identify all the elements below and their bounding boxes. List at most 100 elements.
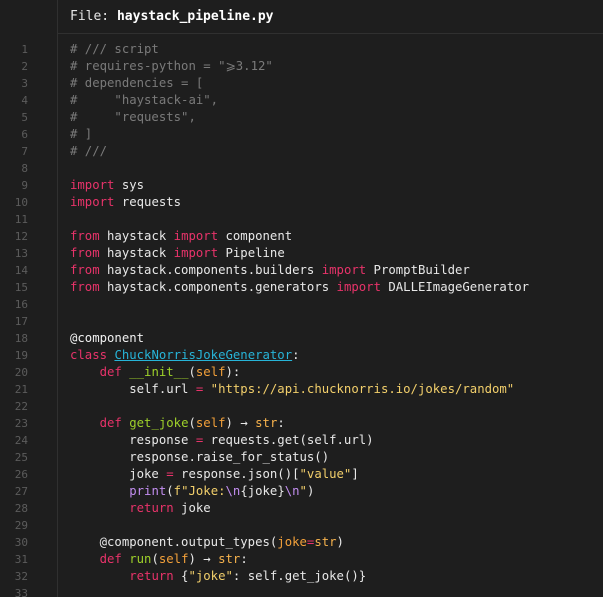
line-number: 5 <box>21 111 28 124</box>
code-line: 6 # ] <box>0 126 603 143</box>
code-token: # dependencies = [ <box>70 76 204 90</box>
code-token: requests.get(self.url) <box>203 433 374 447</box>
code-token: joke <box>173 501 211 515</box>
code-token: : <box>277 416 285 430</box>
line-code: joke = response.json()["value"] <box>70 466 359 483</box>
code-line: 17 <box>0 313 603 330</box>
code-token: get_joke <box>129 416 189 430</box>
line-code: from haystack import component <box>70 228 292 245</box>
code-token: def <box>99 552 122 566</box>
code-line: 14 from haystack.components.builders impo… <box>0 262 603 279</box>
code-token: Pipeline <box>218 246 285 260</box>
code-token: def <box>99 416 122 430</box>
code-token: requests <box>114 195 182 209</box>
line-code: self.url = "https://api.chucknorris.io/j… <box>70 381 514 398</box>
code-token: ( <box>188 416 196 430</box>
line-code: @component <box>70 330 144 347</box>
code-line: 4 # "haystack-ai", <box>0 92 603 109</box>
line-number: 6 <box>21 128 28 141</box>
line-number: 29 <box>14 519 28 532</box>
file-header: File: haystack_pipeline.py <box>58 0 603 34</box>
code-token: run <box>129 552 152 566</box>
line-code: from haystack.components.generators impo… <box>70 279 529 296</box>
code-token: # requires-python = "⩾3.12" <box>70 59 273 73</box>
code-line: 25 response.raise_for_status() <box>0 449 603 466</box>
code-token: ChuckNorrisJokeGenerator <box>114 348 293 362</box>
code-token: from <box>70 280 100 294</box>
code-line: 15 from haystack.components.generators im… <box>0 279 603 296</box>
code-token: import <box>336 280 381 294</box>
line-number: 14 <box>14 264 28 277</box>
line-code: # dependencies = [ <box>70 75 203 92</box>
code-line: 30 @component.output_types(joke=str) <box>0 534 603 551</box>
line-number: 24 <box>14 434 28 447</box>
code-token: __init__ <box>129 365 189 379</box>
line-number: 26 <box>14 468 28 481</box>
code-token: # /// <box>70 144 108 158</box>
code-line: 20 def __init__(self): <box>0 364 603 381</box>
code-token: import <box>321 263 367 277</box>
line-number: 18 <box>14 332 28 345</box>
code-line: 26 joke = response.json()["value"] <box>0 466 603 483</box>
code-token: from <box>70 229 100 243</box>
code-token: # /// script <box>70 42 159 56</box>
code-token: str <box>218 552 241 566</box>
code-token: self <box>195 365 226 379</box>
line-number: 13 <box>14 247 28 260</box>
line-code: # "requests", <box>70 109 196 126</box>
line-number: 33 <box>14 587 28 597</box>
code-token: # "requests", <box>70 110 196 124</box>
code-line: 7 # /// <box>0 143 603 160</box>
code-token: ) → <box>188 552 219 566</box>
code-line: 21 self.url = "https://api.chucknorris.i… <box>0 381 603 398</box>
line-number: 25 <box>14 451 28 464</box>
code-token: @component <box>70 331 145 345</box>
code-token: @component.output_types( <box>70 535 278 549</box>
code-token: ( <box>188 365 196 379</box>
code-token: ) → <box>225 416 256 430</box>
code-token: ( <box>151 552 159 566</box>
code-line: 18 @component <box>0 330 603 347</box>
code-token: "joke" <box>188 569 233 583</box>
line-code: from haystack.components.builders import… <box>70 262 470 279</box>
code-line: 1 # /// script <box>0 41 603 58</box>
code-line: 33 <box>0 585 603 597</box>
code-token: \n <box>225 484 241 498</box>
code-token: import <box>70 195 115 209</box>
line-number: 8 <box>21 162 28 175</box>
line-code: # /// script <box>70 41 159 58</box>
code-line: 13 from haystack import Pipeline <box>0 245 603 262</box>
code-token: haystack <box>99 229 174 243</box>
code-token: joke <box>277 535 307 549</box>
line-number: 32 <box>14 570 28 583</box>
line-number: 7 <box>21 145 28 158</box>
line-code: return joke <box>70 500 211 517</box>
code-line: 3 # dependencies = [ <box>0 75 603 92</box>
code-token: import <box>173 246 219 260</box>
line-code: response.raise_for_status() <box>70 449 329 466</box>
code-lines[interactable]: 1 # /// script 2 # requires-python = "⩾3.12… <box>0 41 603 597</box>
code-token: : self.get_joke()} <box>232 569 367 583</box>
code-token: self <box>195 416 226 430</box>
line-number: 9 <box>21 179 28 192</box>
code-token: import <box>70 178 115 192</box>
code-token: print <box>129 484 167 498</box>
code-token: haystack <box>99 246 174 260</box>
code-token: import <box>173 229 219 243</box>
code-line: 5 # "requests", <box>0 109 603 126</box>
line-code: print(f"Joke:\n{joke}\n") <box>70 483 314 500</box>
code-line: 10 import requests <box>0 194 603 211</box>
code-token: : <box>240 552 248 566</box>
code-token: response.raise_for_status() <box>70 450 330 464</box>
code-token: \n <box>284 484 300 498</box>
file-header-label: File: haystack_pipeline.py <box>70 8 274 26</box>
line-number: 15 <box>14 281 28 294</box>
code-token: ) <box>336 535 344 549</box>
line-number: 1 <box>21 43 28 56</box>
code-token: { <box>173 569 189 583</box>
line-code: response = requests.get(self.url) <box>70 432 374 449</box>
code-token: f"Joke: <box>173 484 226 498</box>
